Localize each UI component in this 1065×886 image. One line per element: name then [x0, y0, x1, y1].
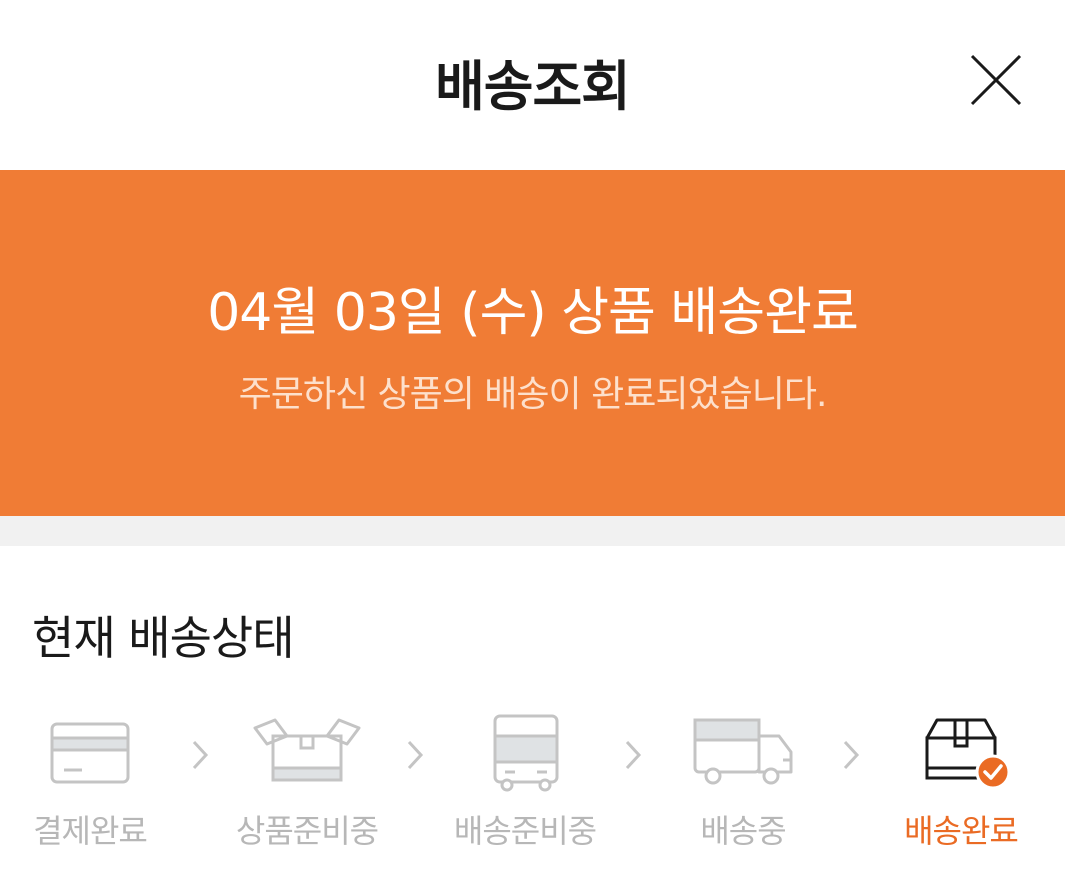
- header: 배송조회: [0, 0, 1065, 170]
- step-payment-complete: 결제완료: [0, 714, 190, 864]
- delivery-progress-section: 현재 배송상태 결제완료 상품준비중 배송준비중 배송중 배송완료: [0, 546, 1065, 886]
- chevron-right-icon: [407, 740, 424, 770]
- step-preparing-product: 상품준비중: [207, 714, 407, 864]
- open-box-icon: [253, 718, 361, 782]
- banner-title: 04월 03일 (수) 상품 배송완료: [207, 283, 859, 343]
- step-label: 배송완료: [904, 812, 1019, 850]
- section-title: 현재 배송상태: [32, 611, 295, 665]
- delivery-status-banner: 04월 03일 (수) 상품 배송완료 주문하신 상품의 배송이 완료되었습니다…: [0, 170, 1065, 516]
- section-divider: [0, 516, 1065, 546]
- bus-icon: [493, 714, 559, 792]
- close-button[interactable]: [966, 50, 1026, 110]
- step-label: 배송중: [700, 812, 786, 850]
- close-icon: [970, 54, 1022, 106]
- step-label: 상품준비중: [235, 812, 379, 850]
- chevron-right-icon: [625, 740, 642, 770]
- step-preparing-delivery: 배송준비중: [425, 714, 625, 864]
- step-in-delivery: 배송중: [643, 714, 843, 864]
- step-delivery-complete: 배송완료: [861, 714, 1061, 864]
- banner-subtitle: 주문하신 상품의 배송이 완료되었습니다.: [238, 374, 828, 415]
- credit-card-icon: [50, 722, 130, 784]
- delivered-box-check-icon: [925, 718, 1011, 790]
- delivery-truck-icon: [693, 718, 793, 785]
- page-title: 배송조회: [435, 55, 631, 118]
- step-label: 결제완료: [33, 812, 148, 850]
- chevron-right-icon: [843, 740, 860, 770]
- step-label: 배송준비중: [453, 812, 597, 850]
